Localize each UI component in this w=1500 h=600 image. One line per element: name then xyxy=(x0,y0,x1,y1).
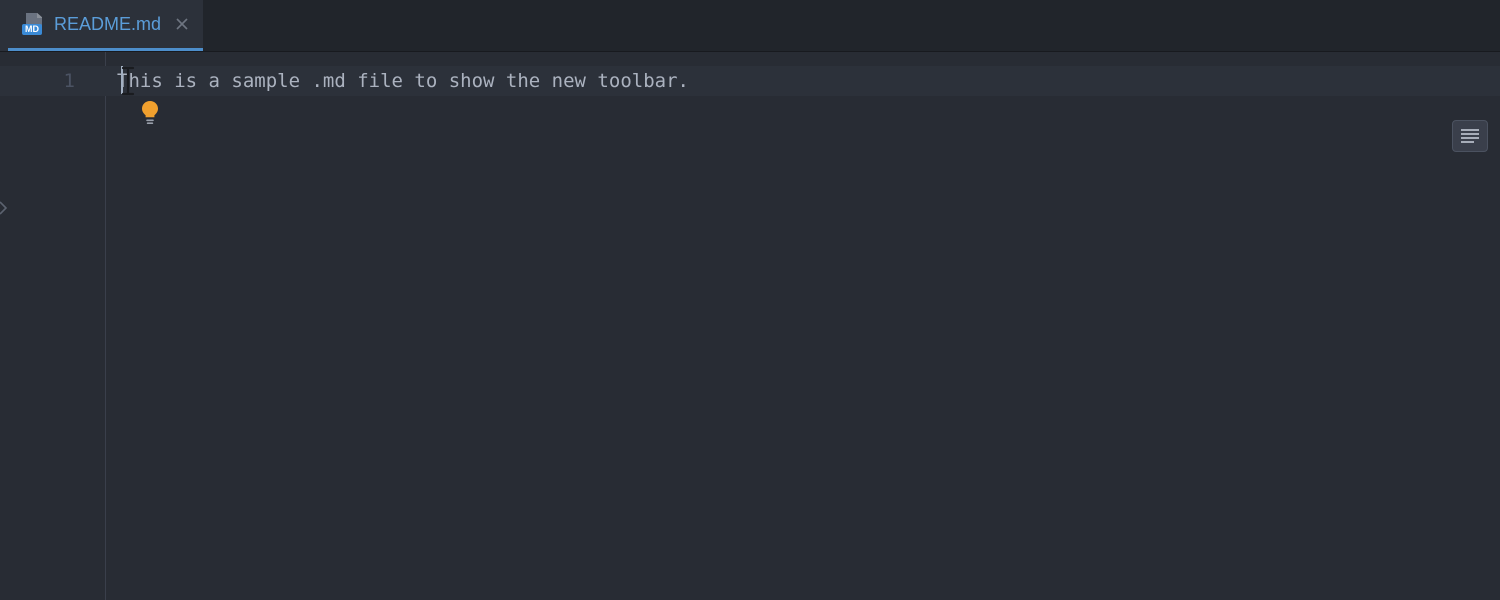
text-caret xyxy=(121,66,123,94)
left-tool-window-toggle[interactable] xyxy=(0,197,8,219)
editor-area[interactable]: 1 This is a sample .md file to show the … xyxy=(0,52,1500,600)
intention-bulb-button[interactable] xyxy=(139,100,161,126)
lightbulb-icon xyxy=(139,100,161,126)
line-number[interactable]: 1 xyxy=(0,66,75,96)
editor-tab-readme[interactable]: MD README.md xyxy=(8,0,203,51)
code-line-1[interactable]: This is a sample .md file to show the ne… xyxy=(105,66,1500,96)
close-icon xyxy=(176,18,188,30)
editor-gutter[interactable]: 1 xyxy=(0,52,105,600)
chevron-right-partial-icon xyxy=(0,201,8,215)
tab-filename: README.md xyxy=(54,14,161,35)
code-content-area[interactable]: This is a sample .md file to show the ne… xyxy=(105,52,1500,600)
markdown-file-icon: MD xyxy=(22,13,44,35)
floating-toolbar-button[interactable] xyxy=(1452,120,1488,152)
editor-tab-bar: MD README.md xyxy=(0,0,1500,52)
paragraph-lines-icon xyxy=(1460,128,1480,144)
close-tab-button[interactable] xyxy=(175,17,189,31)
tool-window-strip xyxy=(0,0,8,51)
